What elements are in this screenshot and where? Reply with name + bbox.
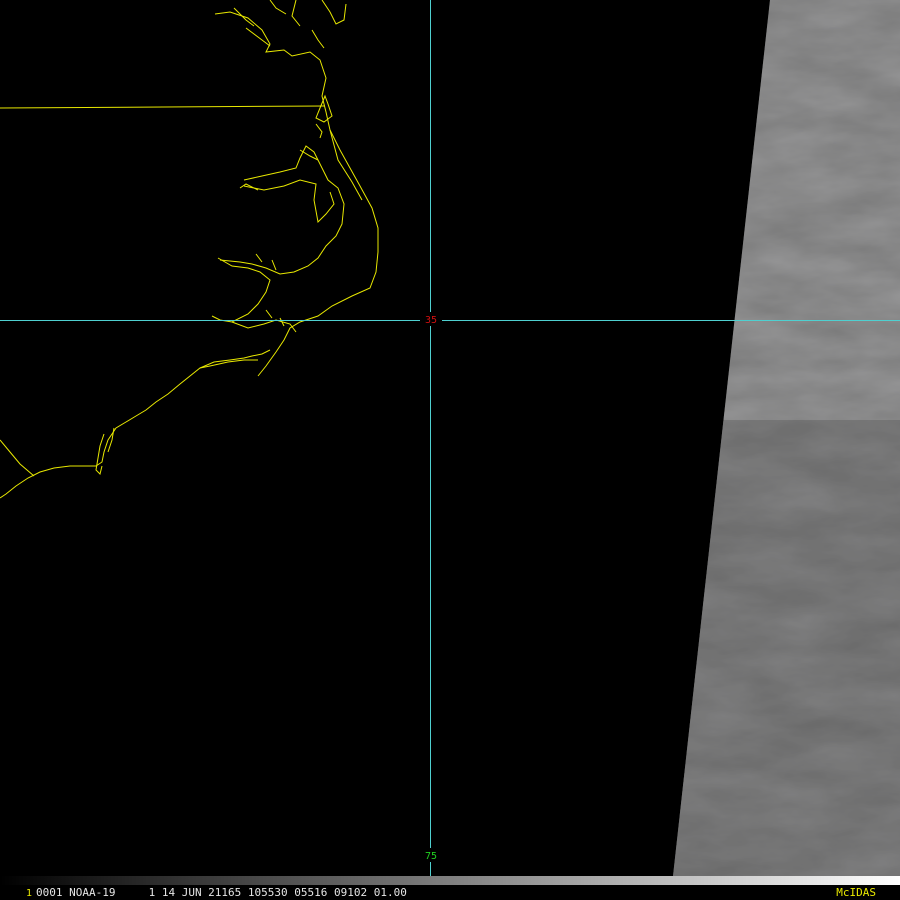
satellite-swath: [673, 0, 900, 876]
latitude-label: 35: [425, 315, 437, 326]
frame-number: 1: [26, 888, 33, 899]
longitude-label: 75: [425, 851, 437, 862]
grayscale-bar: [0, 876, 900, 885]
status-bar: 1 0001 NOAA-19 1 14 JUN 21165 105530 055…: [0, 885, 900, 900]
mcidas-brand: McIDAS: [836, 886, 876, 899]
state-border: [0, 105, 326, 109]
satellite-image-viewer: 35 75 1 0001 NOAA-19 1 14 JUN 21165 1055…: [0, 0, 900, 900]
image-info-text: 0001 NOAA-19 1 14 JUN 21165 105530 05516…: [36, 886, 407, 899]
coastline: [0, 0, 379, 499]
map-canvas: 35 75: [0, 0, 900, 885]
